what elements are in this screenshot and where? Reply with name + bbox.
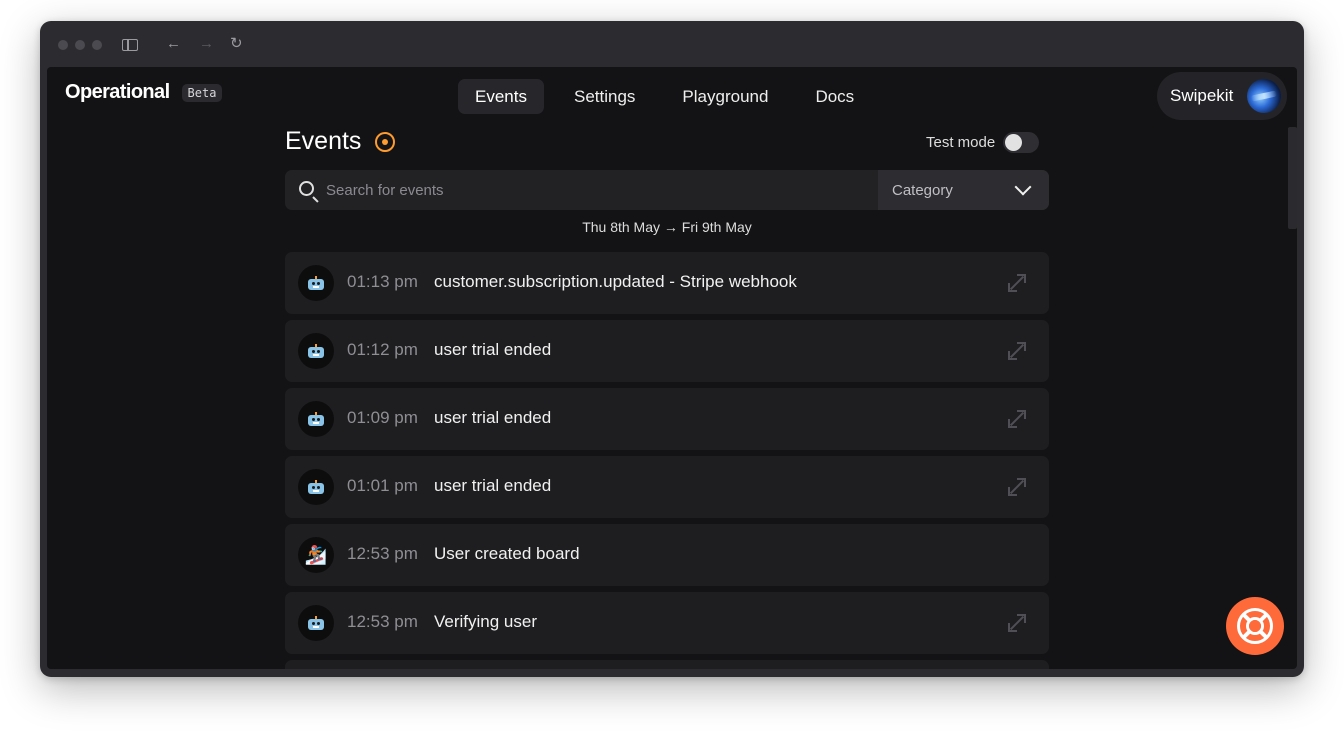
event-row[interactable]: 01:12 pm user trial ended bbox=[285, 320, 1049, 382]
beta-badge: Beta bbox=[181, 83, 223, 102]
live-indicator-icon bbox=[375, 132, 395, 152]
event-time: 12:53 pm bbox=[347, 544, 418, 563]
category-label: Category bbox=[892, 181, 953, 199]
event-row[interactable]: 12:53 pm Verifying user bbox=[285, 592, 1049, 654]
arrow-left-icon[interactable]: ← bbox=[166, 34, 181, 54]
lifebuoy-icon bbox=[1237, 608, 1273, 644]
expand-icon[interactable] bbox=[1007, 273, 1027, 293]
window-controls bbox=[58, 40, 102, 50]
nav-tab-docs[interactable]: Docs bbox=[798, 79, 871, 114]
event-name: user trial ended bbox=[434, 408, 552, 427]
event-name: user trial ended bbox=[434, 340, 552, 359]
brand-name: Operational bbox=[65, 81, 170, 103]
event-row[interactable]: 🏂 12:53 pm User created board bbox=[285, 524, 1049, 586]
event-row[interactable] bbox=[285, 660, 1049, 669]
expand-icon[interactable] bbox=[1007, 613, 1027, 633]
sidebar-toggle-icon[interactable] bbox=[122, 39, 138, 51]
event-time: 01:09 pm bbox=[347, 408, 418, 427]
account-avatar bbox=[1247, 79, 1281, 113]
account-switcher[interactable]: Swipekit bbox=[1157, 72, 1287, 120]
search-input[interactable] bbox=[326, 170, 866, 210]
category-select[interactable]: Category bbox=[878, 170, 1049, 210]
chevron-down-icon bbox=[1014, 178, 1032, 196]
date-range[interactable]: Thu 8th May → Fri 9th May bbox=[285, 219, 1049, 235]
account-name: Swipekit bbox=[1170, 86, 1234, 105]
event-name: customer.subscription.updated - Stripe w… bbox=[434, 272, 797, 291]
app-content: Operational Beta Events Settings Playgro… bbox=[47, 67, 1297, 669]
help-button[interactable] bbox=[1226, 597, 1284, 655]
close-window-button[interactable] bbox=[58, 40, 68, 50]
reload-icon[interactable]: ↻ bbox=[230, 34, 243, 54]
toggle-knob bbox=[1005, 134, 1023, 151]
arrow-right-icon[interactable]: → bbox=[199, 34, 214, 54]
main-nav: Events Settings Playground Docs bbox=[458, 79, 884, 114]
event-row[interactable]: 01:09 pm user trial ended bbox=[285, 388, 1049, 450]
event-time: 01:13 pm bbox=[347, 272, 418, 291]
robot-icon bbox=[298, 265, 334, 301]
zoom-window-button[interactable] bbox=[92, 40, 102, 50]
test-mode-control: Test mode bbox=[926, 132, 1040, 153]
test-mode-toggle[interactable] bbox=[1003, 132, 1040, 153]
nav-tab-playground[interactable]: Playground bbox=[665, 79, 785, 114]
event-time: 01:12 pm bbox=[347, 340, 418, 359]
event-time: 01:01 pm bbox=[347, 476, 418, 495]
snowboarder-icon: 🏂 bbox=[298, 537, 334, 573]
robot-icon bbox=[298, 333, 334, 369]
event-name: Verifying user bbox=[434, 612, 537, 631]
scrollbar-thumb[interactable] bbox=[1288, 127, 1297, 229]
expand-icon[interactable] bbox=[1007, 477, 1027, 497]
event-name: User created board bbox=[434, 544, 580, 563]
search-icon bbox=[299, 181, 314, 196]
page-title: Events bbox=[285, 127, 362, 155]
minimize-window-button[interactable] bbox=[75, 40, 85, 50]
expand-icon[interactable] bbox=[1007, 341, 1027, 361]
event-time: 12:53 pm bbox=[347, 612, 418, 631]
robot-icon bbox=[298, 605, 334, 641]
nav-tab-events[interactable]: Events bbox=[458, 79, 544, 114]
robot-icon bbox=[298, 469, 334, 505]
robot-icon bbox=[298, 401, 334, 437]
test-mode-label: Test mode bbox=[926, 134, 996, 151]
event-row[interactable]: 01:13 pm customer.subscription.updated -… bbox=[285, 252, 1049, 314]
event-list: 01:13 pm customer.subscription.updated -… bbox=[285, 252, 1049, 669]
page-scrollbar[interactable] bbox=[1288, 127, 1297, 669]
browser-window: ← → ↻ Operational Beta Events Settings P… bbox=[40, 21, 1304, 677]
nav-tab-settings[interactable]: Settings bbox=[557, 79, 652, 114]
event-name: user trial ended bbox=[434, 476, 552, 495]
event-row[interactable]: 01:01 pm user trial ended bbox=[285, 456, 1049, 518]
brand[interactable]: Operational Beta bbox=[65, 81, 223, 104]
browser-titlebar: ← → ↻ bbox=[40, 21, 1304, 67]
search-bar: Category bbox=[285, 170, 1049, 210]
expand-icon[interactable] bbox=[1007, 409, 1027, 429]
